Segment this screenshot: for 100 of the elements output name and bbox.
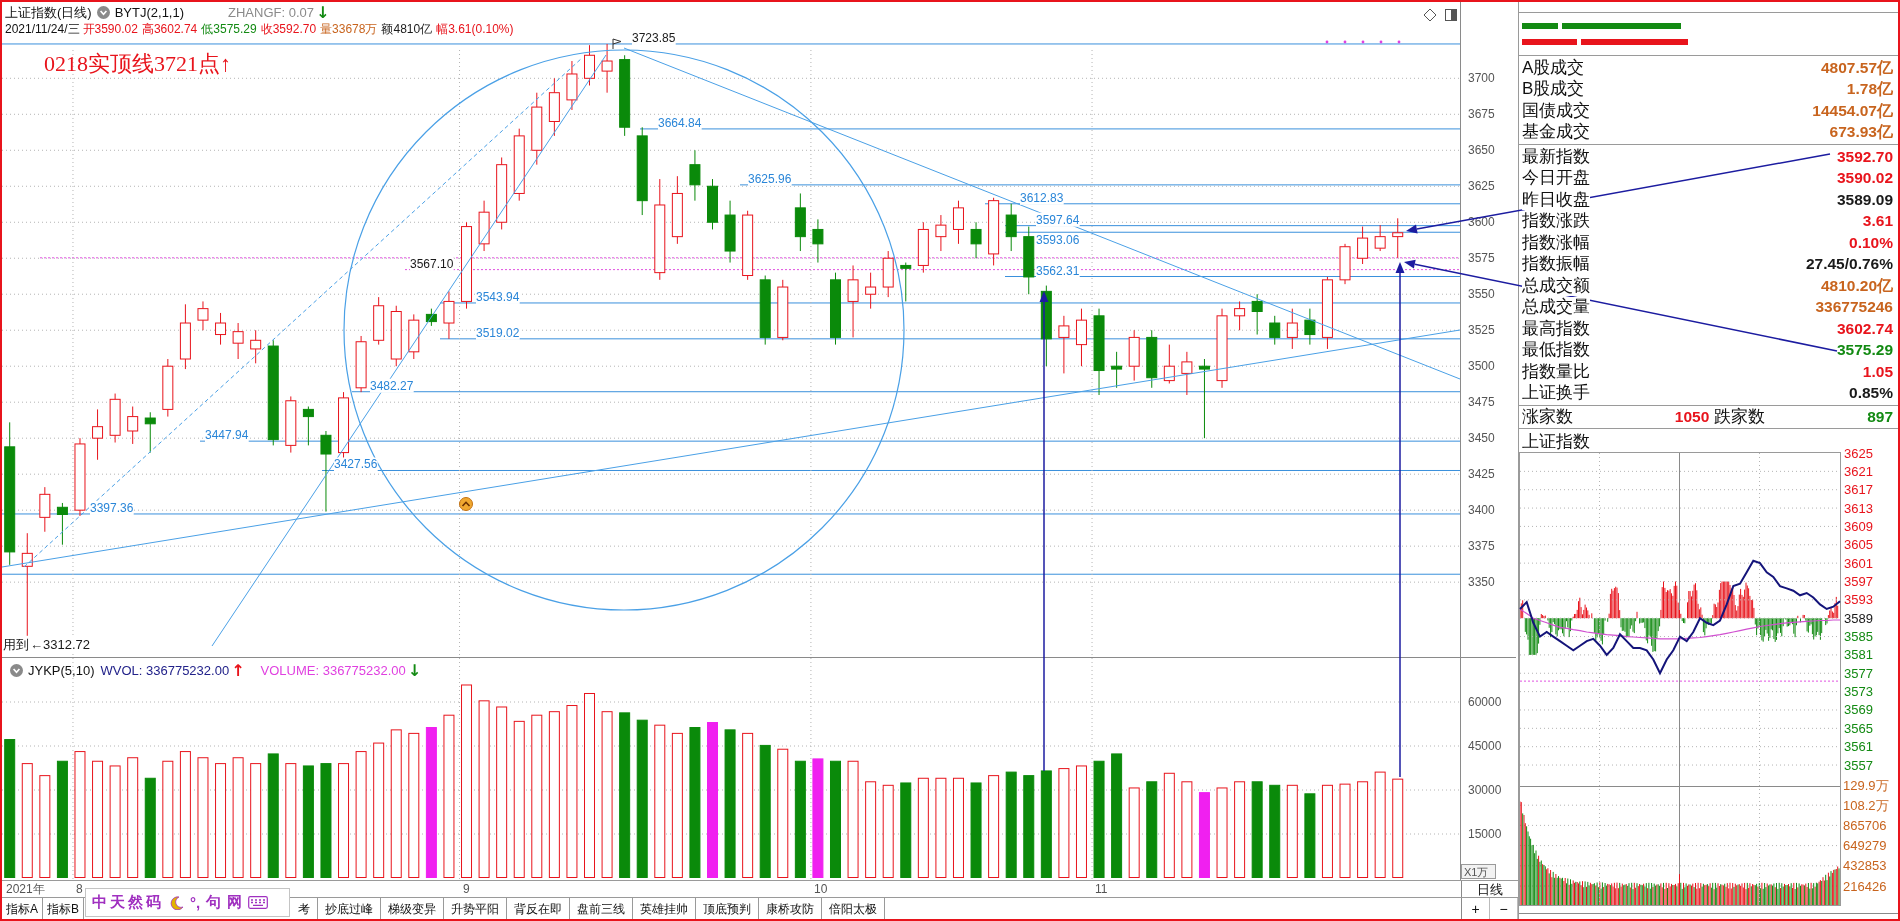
- candlestick: [1181, 351, 1193, 396]
- volume-axis-label: 432853: [1843, 858, 1887, 874]
- candlestick: [953, 200, 964, 245]
- chevron-up-badge-icon: [459, 497, 473, 511]
- stat-value: 897: [1867, 407, 1893, 427]
- price-axis-label: 3577: [1844, 665, 1873, 681]
- price-level-label: 3723.85: [632, 30, 676, 45]
- candlestick: [689, 149, 701, 202]
- volume-axis-label: 216426: [1843, 878, 1887, 894]
- chart-note: 用到: [3, 636, 29, 652]
- chevron-down-icon[interactable]: [96, 6, 110, 19]
- stat-label: 今日开盘: [1522, 168, 1590, 189]
- stat-label: 上证换手: [1522, 383, 1590, 404]
- trend-arrow: ↓: [407, 662, 422, 679]
- stat-label: A股成交: [1522, 57, 1585, 78]
- candlestick: [742, 210, 754, 281]
- price-level-label: 3612.83: [1020, 190, 1064, 205]
- year-label: 2021年: [6, 882, 45, 896]
- candlestick: [671, 175, 683, 245]
- moon-icon[interactable]: [170, 895, 184, 910]
- ime-button[interactable]: 网: [227, 893, 243, 912]
- dot-icon: [1397, 40, 1401, 44]
- stat-value: 3589.09: [1836, 189, 1893, 210]
- keyboard-icon[interactable]: [248, 896, 269, 909]
- dot-icon: [1379, 40, 1383, 44]
- panel-toggle-icon[interactable]: [1445, 9, 1457, 21]
- down-ratio-bar: [1522, 39, 1577, 45]
- candlestick: [1128, 329, 1140, 382]
- quote-value: 低3575.29: [201, 21, 257, 38]
- price-axis-label: 3593: [1844, 592, 1873, 608]
- price-axis-label: 3557: [1844, 757, 1873, 773]
- price-axis-label: 3589: [1844, 610, 1873, 626]
- price-axis-label: 3375: [1468, 539, 1495, 554]
- price-level-label: 3567.10: [410, 256, 454, 271]
- candlestick: [917, 221, 929, 274]
- candlestick: [812, 218, 824, 264]
- price-axis-label: 3565: [1844, 720, 1873, 736]
- price-axis-label: 3585: [1844, 629, 1873, 645]
- price-axis-label: 3605: [1844, 537, 1873, 553]
- candlestick: [1392, 217, 1404, 259]
- price-level-label: 3397.36: [90, 500, 134, 515]
- candlestick: [759, 275, 771, 346]
- trend-arrow: ↓: [316, 4, 330, 21]
- price-level-label: 3593.06: [1036, 233, 1080, 248]
- trend-arrow: ↑: [231, 662, 245, 679]
- price-level-label: 3519.02: [476, 325, 520, 340]
- stat-label: 指数涨跌: [1522, 211, 1590, 232]
- candlestick: [1357, 226, 1369, 265]
- price-axis-label: 3625: [1844, 445, 1873, 461]
- candlestick: [127, 406, 139, 445]
- quote-value: 额4810亿: [381, 21, 433, 38]
- candlestick: [390, 305, 402, 367]
- stat-label: 最高指数: [1522, 318, 1590, 339]
- indicator-name: BYTJ(2,1,1): [114, 4, 185, 21]
- stat-label: 涨家数: [1522, 407, 1573, 427]
- indicator-value: VOLUME: 336775232.00: [260, 662, 406, 679]
- candlestick: [707, 178, 718, 230]
- price-axis-label: 3700: [1468, 71, 1495, 86]
- price-axis-label: 3597: [1844, 574, 1873, 589]
- stat-value: 3592.70: [1836, 146, 1893, 167]
- ime-button[interactable]: 句: [206, 893, 222, 912]
- month-label: 8: [76, 882, 83, 896]
- price-axis-label: 3601: [1844, 555, 1873, 571]
- price-level-label: 3543.94: [476, 289, 520, 304]
- chart-title: 上证指数(日线): [5, 4, 92, 21]
- candlestick: [1163, 344, 1175, 384]
- quote-value: 幅3.61(0.10%): [436, 21, 514, 38]
- chevron-down-icon[interactable]: [10, 664, 23, 677]
- candlestick: [882, 250, 894, 298]
- candlestick: [1251, 293, 1263, 336]
- chart-title: 上证指数: [1522, 432, 1590, 451]
- stat-value: 3590.02: [1836, 168, 1893, 189]
- volume-axis-label: 129.9万: [1843, 777, 1889, 793]
- candlestick: [1234, 300, 1246, 331]
- diamond-icon[interactable]: [1423, 8, 1437, 22]
- candlestick: [39, 486, 51, 533]
- price-axis-label: 3500: [1468, 359, 1495, 374]
- stat-value: 3.61: [1862, 211, 1893, 232]
- price-level-label: 3664.84: [658, 115, 702, 130]
- dot-icon: [1343, 40, 1347, 44]
- price-axis-label: 3550: [1468, 287, 1495, 302]
- volume-axis-label: 108.2万: [1843, 797, 1889, 813]
- quote-value: 量33678万: [320, 21, 378, 38]
- candlestick: [1058, 315, 1070, 374]
- input-method-name[interactable]: 中天然码: [92, 893, 164, 912]
- stat-value: 4810.20亿: [1820, 275, 1893, 296]
- punctuation-button[interactable]: °,: [190, 894, 201, 911]
- stat-label: 指数量比: [1522, 361, 1590, 382]
- candlestick: [1111, 351, 1123, 389]
- price-axis-label: 3569: [1844, 702, 1873, 718]
- candlestick: [777, 279, 789, 341]
- quote-value: 收3592.70: [260, 21, 317, 38]
- candlestick: [1075, 308, 1087, 367]
- candlestick: [900, 262, 912, 302]
- candlestick: [1023, 226, 1035, 295]
- quote-date: 2021/11/24/三: [5, 21, 80, 38]
- candlestick: [1269, 315, 1281, 346]
- candlestick: [355, 335, 367, 393]
- price-axis-label: 3600: [1468, 215, 1495, 230]
- stat-label: 基金成交: [1522, 122, 1590, 143]
